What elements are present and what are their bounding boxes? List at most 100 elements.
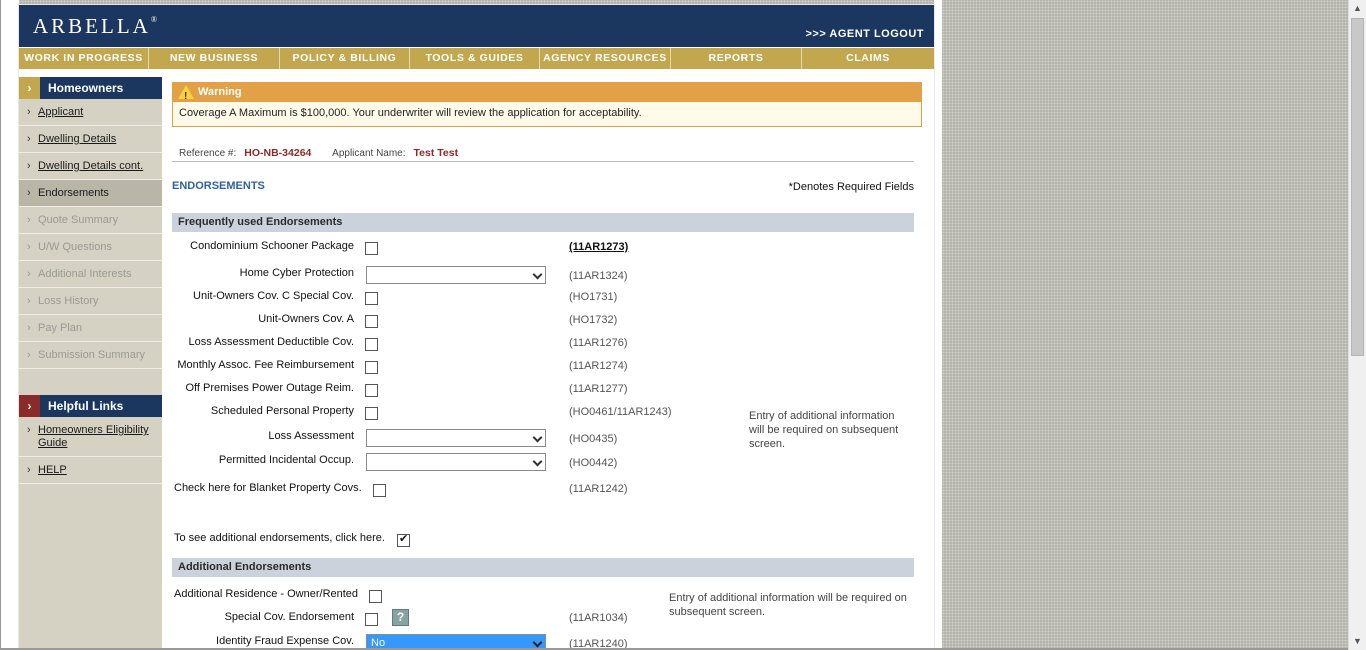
special-cov-checkbox[interactable] <box>365 613 378 626</box>
endorsement-label: Loss Assessment Deductible Cov. <box>188 336 354 348</box>
endorsement-code: (11AR1324) <box>569 270 628 282</box>
endorsement-code-link[interactable]: (11AR1273) <box>569 241 628 253</box>
sidebar-item-uw-questions: › U/W Questions <box>19 234 162 261</box>
endorsement-row-monthly-assoc-fee: Monthly Assoc. Fee Reimbursement (11AR12… <box>172 356 914 376</box>
chevron-right-icon: › <box>27 295 31 307</box>
sidebar-item-dwelling-details[interactable]: › Dwelling Details <box>19 126 162 153</box>
scheduled-property-checkbox[interactable] <box>365 407 378 420</box>
monthly-assoc-fee-checkbox[interactable] <box>365 361 378 374</box>
endorsement-label: Loss Assessment <box>268 430 354 442</box>
applicant-name-value: Test Test <box>413 147 459 159</box>
endorsement-code: (11AR1274) <box>569 360 628 372</box>
required-fields-note: *Denotes Required Fields <box>788 181 914 193</box>
endorsement-label: Check here for Blanket Property Covs. <box>174 482 362 494</box>
helpful-links-title: Helpful Links <box>48 399 124 413</box>
condo-schooner-checkbox[interactable] <box>365 242 378 255</box>
endorsement-label: Monthly Assoc. Fee Reimbursement <box>177 359 354 371</box>
nav-claims[interactable]: CLAIMS <box>802 48 934 69</box>
agent-logout-link[interactable]: >>> AGENT LOGOUT <box>805 28 924 40</box>
endorsement-label: Identity Fraud Expense Cov. <box>216 635 354 647</box>
scroll-thumb[interactable] <box>1351 18 1364 356</box>
sidebar-item-quote-summary: › Quote Summary <box>19 207 162 234</box>
chevron-down-icon <box>532 432 543 443</box>
nav-reports[interactable]: REPORTS <box>671 48 802 69</box>
endorsement-label: Scheduled Personal Property <box>210 405 354 417</box>
endorsement-row-power-outage: Off Premises Power Outage Reim. (11AR127… <box>172 379 914 399</box>
endorsement-code: (11AR1277) <box>569 383 628 395</box>
sidebar: › Homeowners › Applicant › Dwelling Detail… <box>19 77 162 650</box>
endorsement-row-condo-schooner: Condominium Schooner Package (11AR1273) <box>172 237 914 257</box>
endorsement-code: (11AR1276) <box>569 337 628 349</box>
scroll-down-arrow-icon[interactable]: ▼ <box>1349 633 1366 650</box>
vertical-scrollbar[interactable]: ▲ ▼ <box>1348 0 1366 650</box>
home-cyber-select[interactable] <box>366 266 546 284</box>
see-additional-checkbox[interactable] <box>397 532 410 547</box>
endorsement-code: (HO1731) <box>569 291 618 303</box>
power-outage-checkbox[interactable] <box>365 384 378 397</box>
warning-header: Warning <box>173 83 921 106</box>
loss-assessment-deductible-checkbox[interactable] <box>365 338 378 351</box>
unit-owners-a-checkbox[interactable] <box>365 315 378 328</box>
chevron-right-icon: › <box>27 349 31 361</box>
endorsement-row-loss-assessment-deductible: Loss Assessment Deductible Cov. (11AR127… <box>172 333 914 353</box>
chevron-right-icon: › <box>19 77 40 99</box>
sidebar-item-dwelling-details-cont[interactable]: › Dwelling Details cont. <box>19 153 162 180</box>
sidebar-section-title: Homeowners <box>48 81 124 95</box>
chevron-right-icon: › <box>27 322 31 334</box>
endorsement-row-blanket-property: Check here for Blanket Property Covs. (1… <box>172 479 914 499</box>
chevron-right-icon: › <box>19 395 40 417</box>
warning-icon <box>178 85 194 106</box>
endorsement-row-unit-owners-a: Unit-Owners Cov. A (HO1732) <box>172 310 914 330</box>
endorsement-code: (HO1732) <box>569 314 618 326</box>
loss-assessment-select[interactable] <box>366 429 546 447</box>
chevron-down-icon <box>532 456 543 467</box>
nav-work-in-progress[interactable]: WORK IN PROGRESS <box>19 48 149 69</box>
see-additional-label: To see additional endorsements, click he… <box>174 532 385 544</box>
nav-policy-billing[interactable]: POLICY & BILLING <box>280 48 410 69</box>
warning-title: Warning <box>198 86 242 98</box>
sidebar-item-endorsements[interactable]: › Endorsements <box>19 180 162 207</box>
sidebar-item-loss-history: › Loss History <box>19 288 162 315</box>
page-title: ENDORSEMENTS <box>172 180 265 192</box>
sidebar-link-eligibility-guide[interactable]: › Homeowners Eligibility Guide <box>19 417 162 457</box>
reference-label: Reference #: <box>179 148 237 159</box>
chevron-right-icon: › <box>27 214 31 226</box>
sidebar-section-homeowners: › Homeowners <box>19 77 162 99</box>
endorsement-code: (11AR1034) <box>569 612 628 624</box>
unit-owners-c-checkbox[interactable] <box>365 292 378 305</box>
chevron-down-icon <box>532 269 543 280</box>
help-icon[interactable]: ? <box>392 609 409 626</box>
endorsement-label: Home Cyber Protection <box>239 267 354 279</box>
endorsement-label: Permitted Incidental Occup. <box>218 454 354 466</box>
sidebar-item-submission-summary: › Submission Summary <box>19 342 162 369</box>
app-page: ARBELLA® >>> AGENT LOGOUT WORK IN PROGRE… <box>19 5 934 650</box>
scroll-up-arrow-icon[interactable]: ▲ <box>1349 0 1366 17</box>
endorsement-label: Unit-Owners Cov. A <box>258 313 354 325</box>
page-margin-right <box>934 0 942 650</box>
main-content: Warning Coverage A Maximum is $100,000. … <box>172 77 922 650</box>
additional-endorsements-header: Additional Endorsements <box>172 558 914 577</box>
main-nav: WORK IN PROGRESS NEW BUSINESS POLICY & B… <box>19 48 934 69</box>
applicant-name-label: Applicant Name: <box>332 148 406 159</box>
endorsement-label: Special Cov. Endorsement <box>224 611 354 623</box>
chevron-right-icon: › <box>27 106 31 118</box>
header: ARBELLA® >>> AGENT LOGOUT <box>19 5 934 47</box>
additional-residence-checkbox[interactable] <box>369 590 382 603</box>
sidebar-item-applicant[interactable]: › Applicant <box>19 99 162 126</box>
nav-tools-guides[interactable]: TOOLS & GUIDES <box>410 48 540 69</box>
nav-agency-resources[interactable]: AGENCY RESOURCES <box>540 48 671 69</box>
nav-new-business[interactable]: NEW BUSINESS <box>149 48 280 69</box>
endorsement-label: Additional Residence - Owner/Rented <box>174 588 359 600</box>
blanket-property-checkbox[interactable] <box>373 484 386 497</box>
chevron-right-icon: › <box>27 160 31 172</box>
incidental-occup-select[interactable] <box>366 453 546 471</box>
sidebar-section-helpful-links: › Helpful Links <box>19 395 162 417</box>
chevron-right-icon: › <box>27 187 31 199</box>
see-additional-row: To see additional endorsements, click he… <box>172 529 914 549</box>
chevron-down-icon <box>532 637 543 648</box>
arbella-logo: ARBELLA® <box>33 14 157 38</box>
sidebar-link-help[interactable]: › HELP <box>19 457 162 484</box>
chevron-right-icon: › <box>27 133 31 145</box>
sidebar-item-additional-interests: › Additional Interests <box>19 261 162 288</box>
